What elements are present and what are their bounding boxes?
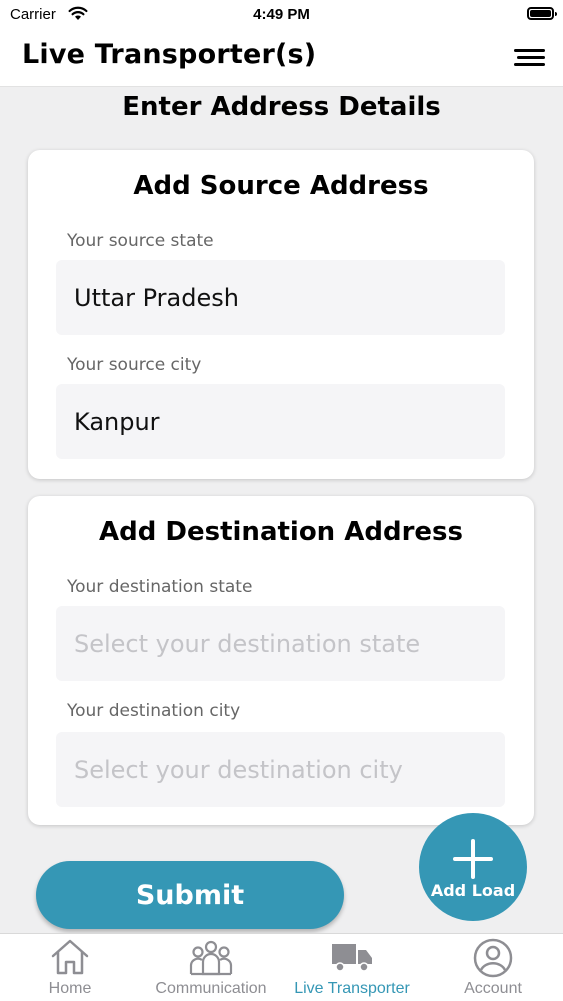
source-city-label: Your source city (67, 355, 202, 375)
battery-icon (527, 7, 557, 20)
tab-bar: Home Communication Live Transporter Acco… (0, 933, 563, 1001)
add-load-label: Add Load (430, 881, 516, 900)
destination-state-input[interactable]: Select your destination state (56, 606, 505, 681)
menu-icon[interactable] (514, 47, 545, 69)
source-city-input[interactable]: Kanpur (56, 384, 505, 459)
destination-address-card: Add Destination Address Your destination… (28, 496, 534, 825)
status-bar: Carrier 4:49 PM (0, 0, 563, 30)
destination-state-label: Your destination state (67, 577, 253, 597)
tab-account-label: Account (464, 980, 522, 997)
tab-home[interactable]: Home (0, 934, 140, 1001)
app-header: Live Transporter(s) (0, 30, 563, 87)
tab-home-label: Home (48, 980, 92, 997)
tab-communication-label: Communication (155, 980, 267, 997)
tab-communication[interactable]: Communication (141, 934, 281, 1001)
source-card-title: Add Source Address (133, 171, 429, 201)
app-title: Live Transporter(s) (22, 39, 317, 70)
destination-city-label: Your destination city (67, 701, 241, 721)
page-title: Enter Address Details (122, 92, 441, 122)
home-icon (51, 939, 89, 975)
account-icon (473, 938, 513, 978)
destination-card-title: Add Destination Address (99, 517, 463, 547)
truck-icon (332, 944, 372, 972)
source-state-input[interactable]: Uttar Pradesh (56, 260, 505, 335)
source-state-label: Your source state (67, 231, 214, 251)
tab-account[interactable]: Account (423, 934, 563, 1001)
tab-live-transporter-label: Live Transporter (294, 980, 410, 997)
tab-live-transporter[interactable]: Live Transporter (282, 934, 422, 1001)
status-time: 4:49 PM (253, 6, 310, 23)
plus-icon (453, 839, 493, 879)
submit-button[interactable]: Submit (36, 861, 344, 929)
add-load-button[interactable]: Add Load (419, 813, 527, 921)
source-address-card: Add Source Address Your source state Utt… (28, 150, 534, 479)
people-icon (189, 940, 233, 976)
destination-city-input[interactable]: Select your destination city (56, 732, 505, 807)
